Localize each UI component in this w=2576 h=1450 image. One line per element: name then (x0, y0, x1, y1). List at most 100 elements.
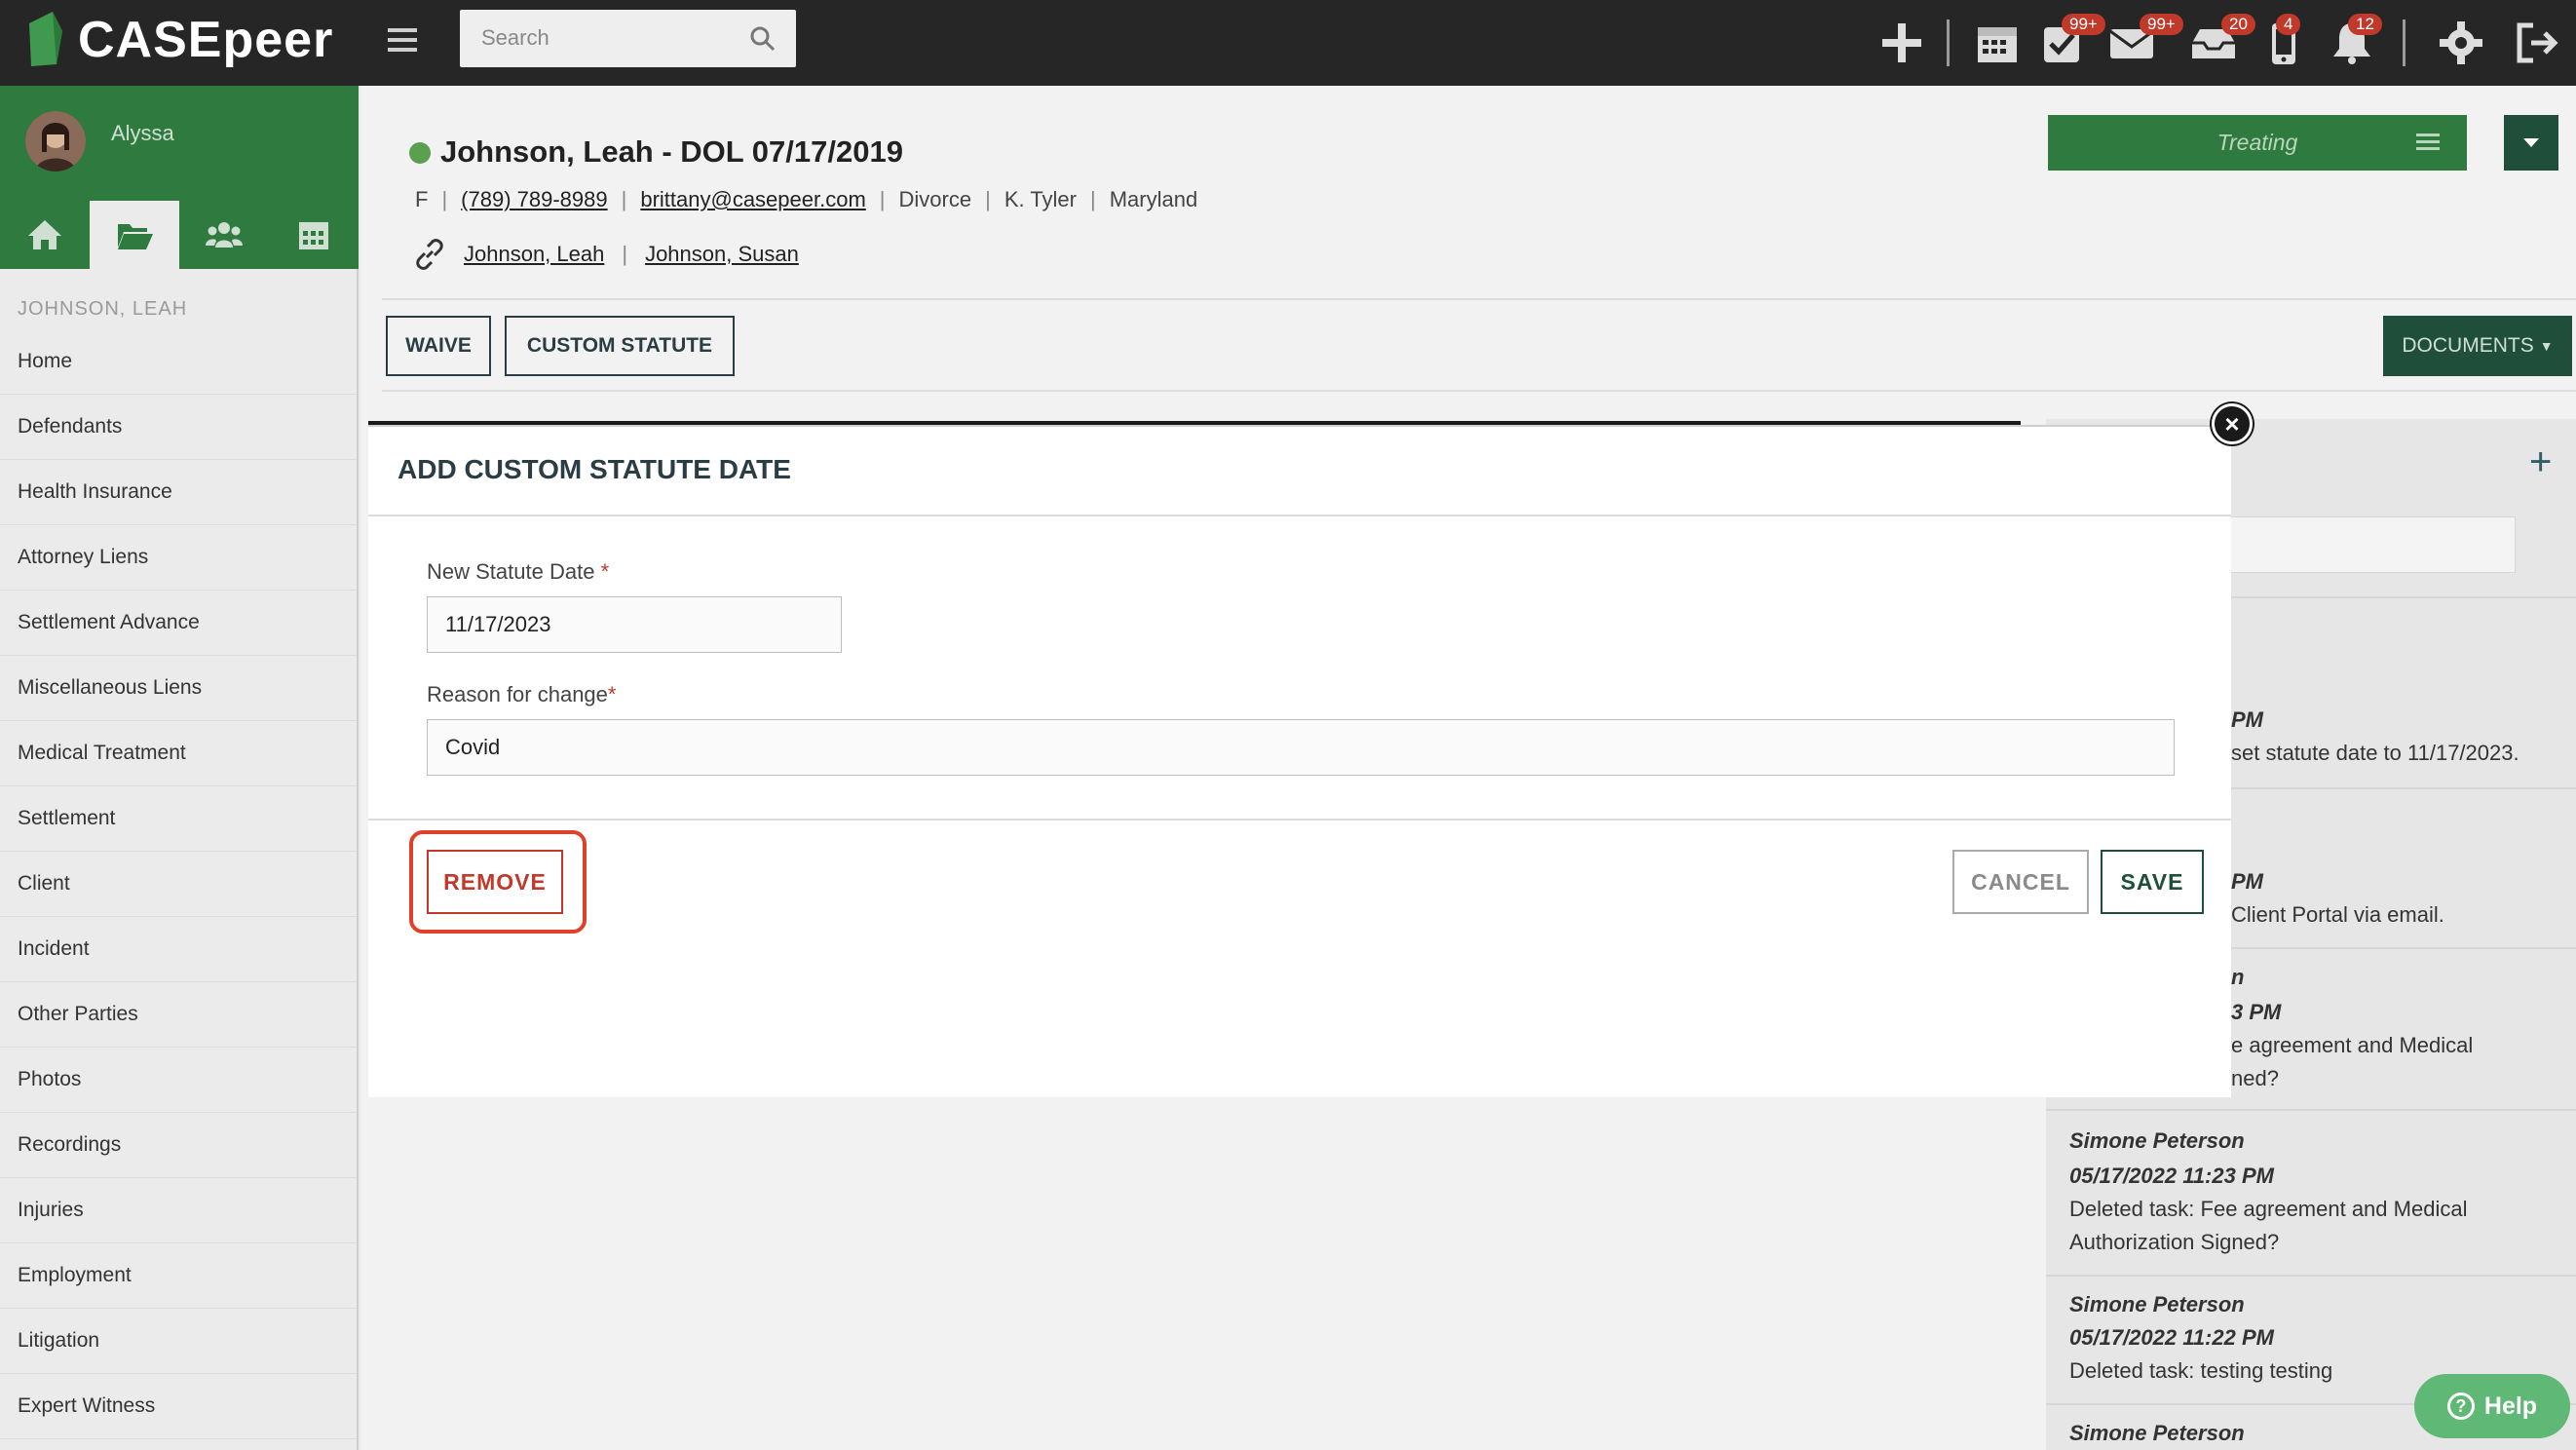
activity-text: Client Portal via email. (2231, 902, 2444, 927)
reason-label-text: Reason for change (427, 682, 608, 706)
page-title: Johnson, Leah - DOL 07/17/2019 (440, 134, 903, 169)
sidebar-item-expert-witness[interactable]: Expert Witness (0, 1374, 357, 1439)
sidebar-item-attorney-liens[interactable]: Attorney Liens (0, 525, 357, 591)
search-placeholder: Search (481, 25, 549, 50)
user-avatar-icon (25, 111, 86, 172)
sidebar-item-miscellaneous-liens[interactable]: Miscellaneous Liens (0, 656, 357, 721)
activity-author: Simone Peterson (2069, 1128, 2245, 1153)
divider (2046, 1275, 2576, 1277)
sidebar-tab-cases[interactable] (90, 201, 179, 269)
sidebar-item-health-insurance[interactable]: Health Insurance (0, 460, 357, 525)
case-gender: F (415, 187, 429, 211)
sidebar-item-photos[interactable]: Photos (0, 1048, 357, 1113)
avatar[interactable] (25, 111, 86, 172)
sidebar-item-home[interactable]: Home (0, 329, 357, 395)
sidebar-item-other-parties[interactable]: Other Parties (0, 982, 357, 1048)
case-type: Divorce (898, 187, 972, 211)
top-navbar: CASEpeer Search 99+ 99+ 20 4 12 (0, 0, 2576, 86)
linked-case-link[interactable]: Johnson, Leah (464, 242, 604, 267)
sidebar-item-settlement[interactable]: Settlement (0, 786, 357, 852)
activity-author: Simone Peterson (2069, 1421, 2245, 1445)
logout-icon[interactable] (2512, 18, 2562, 68)
app-logo-text: CASEpeer (78, 12, 334, 68)
documents-dropdown-button[interactable]: DOCUMENTS ▼ (2383, 316, 2572, 376)
case-email-link[interactable]: brittany@casepeer.com (640, 187, 865, 212)
sidebar-tab-calendar[interactable] (269, 201, 359, 269)
calendar-icon[interactable] (1972, 18, 2023, 68)
linked-case-link[interactable]: Johnson, Susan (645, 242, 799, 267)
info-separator: | (985, 187, 991, 211)
sidebar-case-name: JOHNSON, LEAH (18, 298, 188, 320)
waive-button[interactable]: WAIVE (386, 316, 491, 376)
activity-author: n (2231, 965, 2245, 989)
statute-date-input[interactable]: 11/17/2023 (427, 596, 842, 653)
case-info-line: F | (789) 789-8989 | brittany@casepeer.com… (415, 187, 1197, 212)
info-separator: | (441, 187, 448, 211)
sidebar-item-litigation[interactable]: Litigation (0, 1309, 357, 1374)
sidebar: Alyssa JOHNSON, LEAH Home Defendants Hea… (0, 86, 359, 1450)
sidebar-item-medical-treatment[interactable]: Medical Treatment (0, 721, 357, 786)
activity-text: ned? (2231, 1066, 2279, 1090)
info-separator: | (622, 242, 628, 266)
activity-text: set statute date to 11/17/2023. (2231, 741, 2519, 765)
activity-time: 05/17/2022 11:22 PM (2069, 1325, 2274, 1350)
sidebar-item-recordings[interactable]: Recordings (0, 1113, 357, 1178)
required-marker: * (607, 682, 617, 706)
help-button[interactable]: ? Help (2414, 1374, 2570, 1438)
sidebar-tab-home[interactable] (0, 201, 90, 269)
reason-label: Reason for change* (427, 682, 616, 707)
activity-time: PM (2231, 869, 2263, 894)
toolbar-divider (1947, 19, 1950, 66)
toolbar-divider (2403, 19, 2406, 66)
documents-label: DOCUMENTS (2402, 334, 2534, 357)
phone-badge: 4 (2276, 14, 2301, 35)
sidebar-item-injuries[interactable]: Injuries (0, 1178, 357, 1243)
sidebar-item-defendants[interactable]: Defendants (0, 395, 357, 460)
app-logo[interactable]: CASEpeer (23, 6, 333, 74)
hamburger-menu-icon[interactable] (386, 23, 419, 57)
remove-button[interactable]: REMOVE (427, 850, 563, 914)
menu-lines-icon (2416, 134, 2440, 150)
sidebar-tab-contacts[interactable] (179, 201, 269, 269)
folder-open-icon (118, 224, 153, 249)
modal-divider (368, 515, 2231, 516)
info-separator: | (1090, 187, 1096, 211)
calendar-icon (299, 222, 328, 249)
case-status-dot (409, 142, 431, 164)
cancel-button[interactable]: CANCEL (1952, 850, 2089, 914)
settings-gear-icon[interactable] (2436, 18, 2486, 68)
activity-time: 3 PM (2231, 1000, 2282, 1024)
search-input[interactable]: Search (460, 10, 796, 67)
divider (382, 390, 2576, 392)
modal-divider (368, 819, 2231, 820)
modal-title: ADD CUSTOM STATUTE DATE (398, 454, 791, 484)
custom-statute-button[interactable]: CUSTOM STATUTE (505, 316, 735, 376)
info-separator: | (879, 187, 886, 211)
sidebar-item-incident[interactable]: Incident (0, 917, 357, 982)
sidebar-item-employment[interactable]: Employment (0, 1243, 357, 1309)
sidebar-nav: Home Defendants Health Insurance Attorne… (0, 329, 357, 1439)
close-icon[interactable]: × (2212, 403, 2253, 444)
reason-input[interactable]: Covid (427, 719, 2175, 776)
save-button[interactable]: SAVE (2101, 850, 2204, 914)
sidebar-item-settlement-advance[interactable]: Settlement Advance (0, 591, 357, 656)
activity-author: Simone Peterson (2069, 1292, 2245, 1316)
sidebar-header: Alyssa (0, 86, 359, 269)
custom-statute-modal: ADD CUSTOM STATUTE DATE New Statute Date… (368, 425, 2231, 1097)
case-status-select[interactable]: Treating (2048, 115, 2467, 171)
search-icon[interactable] (749, 25, 777, 53)
case-phone-link[interactable]: (789) 789-8989 (461, 187, 607, 212)
divider (382, 298, 2576, 300)
add-activity-plus-icon[interactable]: + (2529, 440, 2552, 484)
notification-badge: 12 (2348, 14, 2382, 35)
add-plus-icon[interactable] (1876, 18, 1927, 68)
info-separator: | (621, 187, 627, 211)
linked-cases: Johnson, Leah | Johnson, Susan (413, 238, 799, 271)
user-name: Alyssa (111, 121, 174, 145)
link-chain-icon (416, 239, 443, 270)
status-dropdown-button[interactable] (2504, 115, 2558, 171)
sidebar-item-client[interactable]: Client (0, 852, 357, 917)
users-group-icon (206, 222, 243, 248)
help-label: Help (2483, 1392, 2538, 1420)
inbox-badge: 20 (2221, 14, 2255, 35)
